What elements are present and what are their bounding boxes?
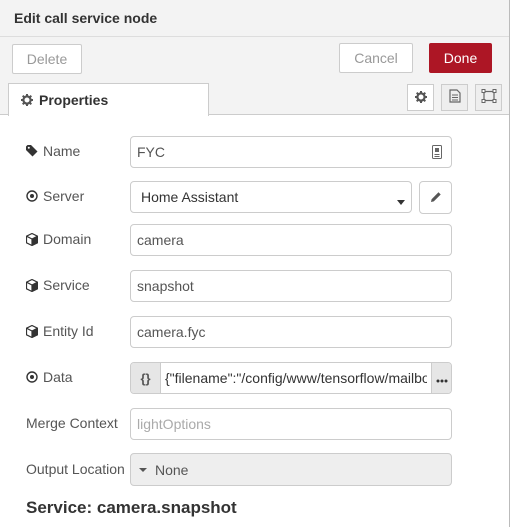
name-value: FYC [137,144,165,160]
service-label: Service [43,277,90,293]
target-icon [26,371,38,383]
entity-id-input[interactable]: camera.fyc [130,316,452,348]
dialog-toolbar: Delete Cancel Done [0,37,509,79]
appearance-icon [481,89,497,106]
service-label-row: Service [26,277,90,293]
merge-context-placeholder: lightOptions [137,416,211,432]
done-button[interactable]: Done [429,43,492,73]
description-icon [448,89,461,106]
name-input[interactable]: FYC [130,136,452,168]
delete-button[interactable]: Delete [12,44,82,74]
json-type-button[interactable]: {} [131,363,161,393]
cube-icon [26,278,38,292]
cube-icon [26,324,38,338]
merge-context-input[interactable]: lightOptions [130,408,452,440]
entity-id-label-row: Entity Id [26,323,94,339]
data-label: Data [43,369,73,385]
server-label: Server [43,188,85,204]
tab-properties-label: Properties [39,92,109,108]
dialog-title: Edit call service node [14,10,158,26]
tag-icon [26,145,38,157]
server-value: Home Assistant [141,189,239,205]
server-select[interactable]: Home Assistant [130,181,412,213]
merge-context-label: Merge Context [26,415,118,431]
expand-editor-button[interactable] [431,363,451,393]
entity-id-label: Entity Id [43,323,94,339]
merge-context-label-row: Merge Context [26,415,118,431]
pencil-icon [430,190,442,206]
data-label-row: Data [26,369,73,385]
output-location-select[interactable]: None [130,453,452,486]
data-value[interactable]: {"filename":"/config/www/tensorflow/mail… [165,363,427,393]
service-input[interactable]: snapshot [130,270,452,302]
output-location-value: None [155,461,189,478]
name-label-row: Name [26,143,80,159]
entity-id-value: camera.fyc [137,324,206,340]
caret-down-icon [139,467,147,473]
tab-properties[interactable]: Properties [8,83,209,116]
target-icon [26,190,38,202]
service-value: snapshot [137,278,194,294]
domain-label-row: Domain [26,231,91,247]
gear-icon [21,94,33,106]
edit-dialog-tray: Edit call service node Delete Cancel Don… [0,0,510,527]
edit-server-button[interactable] [419,181,452,214]
tab-description-button[interactable] [441,84,468,111]
server-label-row: Server [26,188,84,204]
ellipsis-icon [436,370,448,386]
name-label: Name [43,143,81,159]
domain-value: camera [137,232,184,248]
tab-appearance-button[interactable] [475,84,502,111]
dialog-header: Edit call service node [0,0,509,37]
output-location-label-row: Output Location [26,461,125,477]
service-heading: Service: camera.snapshot [26,498,237,517]
gear-icon [414,90,427,106]
domain-input[interactable]: camera [130,224,452,256]
cube-icon [26,232,38,246]
tabs-strip: Properties [0,79,509,116]
data-typed-input[interactable]: {} {"filename":"/config/www/tensorflow/m… [130,362,452,394]
icon-picker-icon[interactable] [432,145,442,162]
tab-settings-button[interactable] [407,84,434,111]
domain-label: Domain [43,231,92,247]
chevron-down-icon [397,193,405,209]
output-location-label: Output Location [26,461,125,477]
cancel-button[interactable]: Cancel [339,43,413,73]
